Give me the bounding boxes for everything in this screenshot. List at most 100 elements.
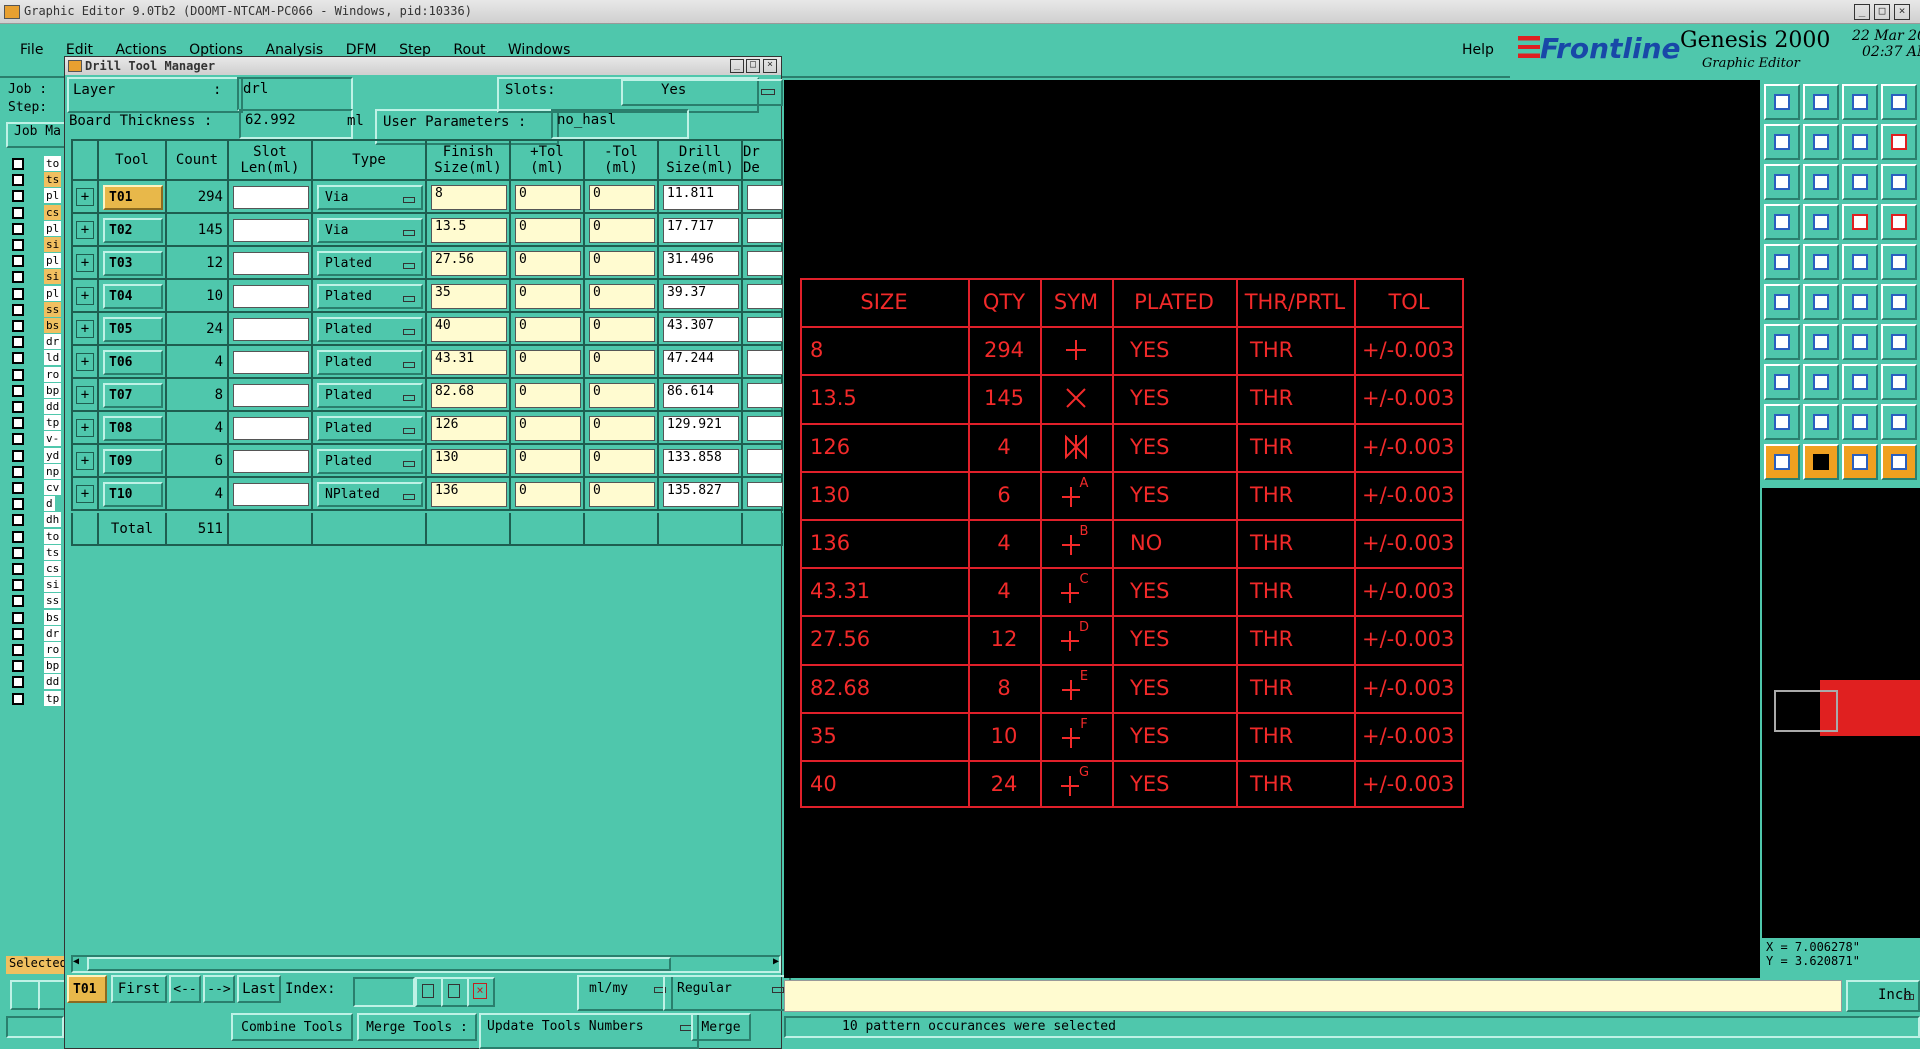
horizontal-scrollbar[interactable]: ◀ ▶ (71, 955, 781, 973)
plus-tol-input[interactable]: 0 (515, 218, 581, 243)
expand-icon[interactable]: + (76, 320, 94, 338)
drill-size-input[interactable]: 39.37 (663, 284, 739, 309)
minimize-icon[interactable]: _ (1854, 4, 1870, 20)
layer-checkbox[interactable] (12, 676, 24, 689)
scroll-thumb[interactable] (87, 957, 671, 971)
slot-length-input[interactable] (233, 483, 309, 506)
layer-checkbox[interactable] (12, 320, 24, 332)
camera-icon[interactable] (1764, 244, 1800, 280)
layer-name[interactable]: bs (44, 609, 62, 625)
layer-checkbox[interactable] (12, 222, 24, 235)
scroll-left-icon[interactable]: ◀ (73, 957, 79, 967)
layer-checkbox[interactable] (12, 449, 24, 462)
route-icon[interactable] (1803, 364, 1839, 400)
pen-icon[interactable] (1803, 324, 1839, 360)
slot-length-input[interactable] (233, 351, 309, 374)
layer-name[interactable]: d (44, 496, 55, 512)
line-icon[interactable] (1764, 324, 1800, 360)
layer-name[interactable]: ro (44, 642, 62, 657)
type-dropdown[interactable]: Plated (317, 383, 423, 408)
user-params-input[interactable]: no_hasl (551, 109, 689, 139)
path-icon[interactable] (1881, 444, 1917, 480)
tool-button[interactable]: T01 (103, 185, 163, 210)
layer-name[interactable]: v- (44, 431, 62, 447)
layer-checkbox[interactable] (12, 660, 24, 673)
combine-tools-button[interactable]: Combine Tools (231, 1013, 353, 1041)
minus-tol-input[interactable]: 0 (589, 284, 655, 309)
connect-icon[interactable] (1764, 284, 1800, 320)
last-button[interactable]: Last (237, 975, 281, 1003)
triangle-icon[interactable] (1764, 404, 1800, 440)
layer-name[interactable]: ts (44, 172, 62, 188)
layer-checkbox[interactable] (12, 336, 24, 349)
save-icon[interactable] (415, 977, 443, 1007)
prev-button[interactable]: <-- (169, 975, 201, 1003)
layer-checkbox[interactable] (12, 206, 24, 219)
layer-checkbox[interactable] (12, 417, 24, 430)
layer-name[interactable]: to (44, 528, 62, 544)
pointer-tool-icon[interactable] (10, 980, 40, 1010)
tool-button[interactable]: T05 (103, 317, 163, 342)
drill-depth-input[interactable] (747, 218, 783, 243)
layer-checkbox[interactable] (12, 239, 24, 251)
layer-checkbox[interactable] (12, 514, 24, 527)
layer-name[interactable]: si (44, 577, 62, 593)
type-dropdown[interactable]: Plated (317, 449, 423, 474)
layer-checkbox[interactable] (12, 692, 24, 705)
slot-length-input[interactable] (233, 252, 309, 275)
polygon-icon[interactable] (1842, 404, 1878, 440)
help-icon[interactable] (1881, 164, 1917, 200)
layer-checkbox[interactable] (12, 190, 24, 203)
expand-icon[interactable]: + (76, 386, 94, 404)
layer-checkbox[interactable] (12, 368, 24, 381)
drill-size-input[interactable]: 17.717 (663, 218, 739, 243)
drill-size-input[interactable]: 31.496 (663, 251, 739, 276)
menu-help[interactable]: Help (1462, 42, 1494, 58)
finish-size-input[interactable]: 40 (431, 317, 507, 342)
save-icon[interactable] (1803, 84, 1839, 120)
type-dropdown[interactable]: Plated (317, 284, 423, 309)
pan-icon[interactable] (1803, 164, 1839, 200)
layer-name[interactable]: pl (44, 253, 62, 269)
first-button[interactable]: First (111, 975, 167, 1003)
type-dropdown[interactable]: Via (317, 218, 423, 243)
layer-name[interactable]: ro (44, 366, 62, 382)
swap-icon[interactable] (1842, 124, 1878, 160)
slot-length-input[interactable] (233, 318, 309, 341)
layer-checkbox[interactable] (12, 303, 24, 316)
layer-name[interactable]: tp (44, 690, 62, 706)
tool-button[interactable]: T07 (103, 383, 163, 408)
layer-checkbox[interactable] (12, 482, 24, 494)
slot-length-input[interactable] (233, 450, 309, 473)
layer-checkbox[interactable] (12, 352, 24, 365)
drill-depth-input[interactable] (747, 284, 783, 309)
drill-depth-input[interactable] (747, 185, 783, 210)
layer-checkbox[interactable] (12, 579, 24, 592)
units-button[interactable]: Inch (1846, 980, 1920, 1012)
group-icon[interactable] (1842, 364, 1878, 400)
layer-checkbox[interactable] (12, 563, 24, 575)
minus-tol-input[interactable]: 0 (589, 482, 655, 507)
expand-icon[interactable]: + (76, 221, 94, 239)
plus-tol-input[interactable]: 0 (515, 317, 581, 342)
layer-name[interactable]: bp (44, 382, 62, 398)
minus-tol-input[interactable]: 0 (589, 218, 655, 243)
layer-name[interactable]: dr (44, 625, 62, 641)
plus-tol-input[interactable]: 0 (515, 416, 581, 441)
minus-tol-input[interactable]: 0 (589, 251, 655, 276)
layer-checkbox[interactable] (12, 384, 24, 397)
type-dropdown[interactable]: Via (317, 185, 423, 210)
reload-icon[interactable] (441, 977, 469, 1007)
expand-icon[interactable]: + (76, 188, 94, 206)
plus-tol-input[interactable]: 0 (515, 449, 581, 474)
zoom-fit-icon[interactable] (1764, 164, 1800, 200)
tool-button[interactable]: T10 (103, 482, 163, 507)
layer-name[interactable]: yd (44, 447, 62, 463)
slot-length-input[interactable] (233, 219, 309, 242)
finish-size-input[interactable]: 13.5 (431, 218, 507, 243)
slot-length-input[interactable] (233, 186, 309, 209)
layer-input[interactable]: drl (237, 77, 353, 111)
type-dropdown[interactable]: Plated (317, 416, 423, 441)
layer-name[interactable]: ts (44, 544, 62, 560)
open-icon[interactable] (1764, 84, 1800, 120)
